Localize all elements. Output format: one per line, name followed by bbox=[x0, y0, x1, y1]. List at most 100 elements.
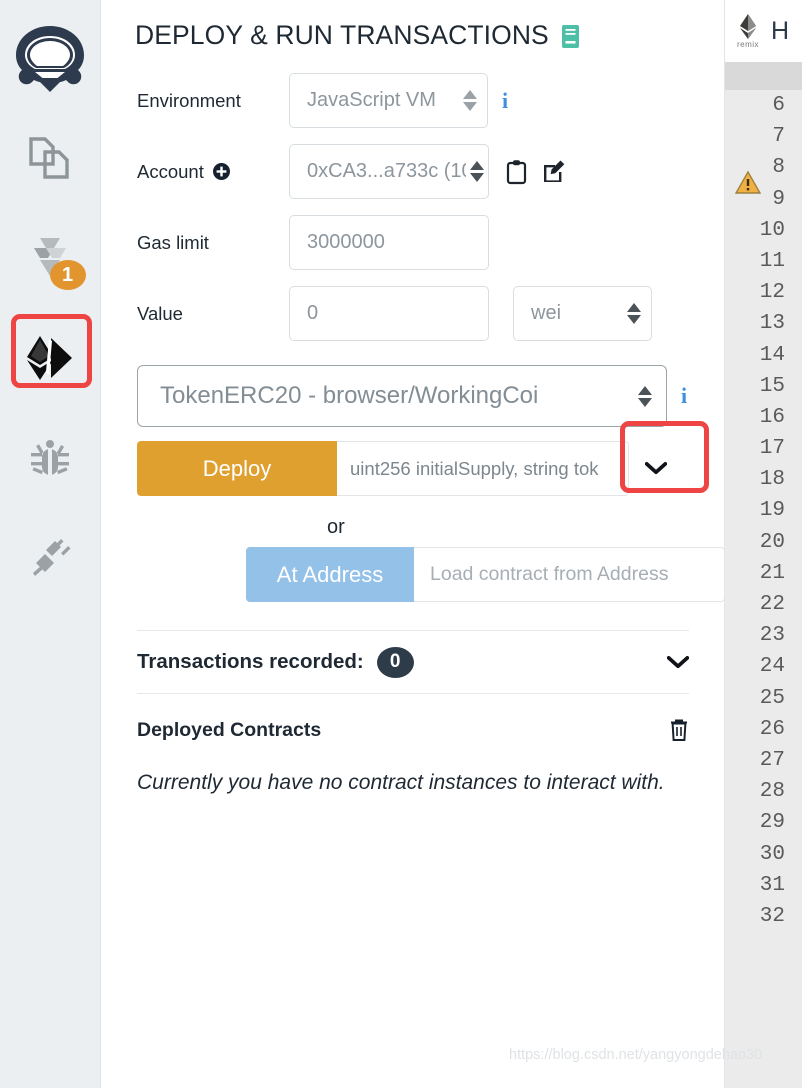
at-address-input[interactable]: Load contract from Address bbox=[414, 547, 725, 602]
editor-line-number: 29 bbox=[759, 811, 785, 835]
editor-line-number: 13 bbox=[759, 312, 785, 336]
editor-line-number: 26 bbox=[759, 717, 785, 741]
ethereum-deploy-icon bbox=[27, 336, 72, 380]
editor-line-number: 8 bbox=[772, 156, 785, 180]
editor-line-number-gutter: 6 7 8 9 10 11 12 13 14 15 16 17 18 19 20 21 22 23 24 25 26 27… bbox=[725, 90, 787, 1088]
ethereum-logo-icon bbox=[740, 14, 756, 39]
value-row: Value 0 wei bbox=[101, 286, 725, 341]
or-separator-label: or bbox=[327, 516, 345, 538]
book-icon[interactable] bbox=[561, 24, 579, 48]
environment-label: Environment bbox=[137, 89, 241, 111]
editor-tab-label[interactable]: H bbox=[771, 17, 789, 46]
editor-line-number: 17 bbox=[759, 437, 785, 461]
deploy-button[interactable]: Deploy bbox=[137, 441, 337, 496]
clipboard-icon[interactable] bbox=[504, 159, 529, 185]
editor-line-number: 16 bbox=[759, 405, 785, 429]
value-unit: wei bbox=[531, 302, 562, 324]
account-actions bbox=[504, 159, 566, 185]
value-input[interactable]: 0 bbox=[289, 286, 489, 341]
page-title: DEPLOY & RUN TRANSACTIONS bbox=[101, 0, 725, 51]
chevron-down-icon[interactable] bbox=[667, 655, 689, 669]
gas-limit-row: Gas limit 3000000 bbox=[101, 215, 725, 270]
sidebar-item-file-explorers[interactable] bbox=[0, 108, 101, 208]
at-address-row: At Address Load contract from Address bbox=[101, 547, 725, 602]
sidebar-item-debugger[interactable] bbox=[0, 408, 101, 508]
sidebar-item-deploy-run-transactions[interactable] bbox=[0, 308, 101, 408]
contract-info-icon[interactable]: i bbox=[681, 385, 687, 407]
trash-icon[interactable] bbox=[669, 718, 689, 742]
transactions-recorded-section[interactable]: Transactions recorded: 0 bbox=[101, 631, 725, 693]
chevron-updown-icon bbox=[627, 303, 641, 324]
deploy-expand-button[interactable] bbox=[633, 441, 679, 496]
transaction-form: Environment JavaScript VM i Account 0xCA… bbox=[101, 51, 725, 341]
deployed-contracts-title: Deployed Contracts bbox=[137, 718, 322, 741]
environment-row: Environment JavaScript VM i bbox=[101, 73, 725, 128]
at-address-button[interactable]: At Address bbox=[246, 547, 414, 602]
remix-wordmark: remix bbox=[736, 40, 760, 49]
editor-line-number: 23 bbox=[759, 624, 785, 648]
remix-home-icon bbox=[16, 26, 84, 92]
account-label: Account bbox=[137, 161, 289, 183]
chevron-updown-icon bbox=[638, 385, 652, 407]
sidebar-item-plugin-manager[interactable] bbox=[0, 508, 101, 608]
editor-line-number: 22 bbox=[759, 593, 785, 616]
account-row: Account 0xCA3...a733c (100 ethe bbox=[101, 144, 725, 199]
editor-line-number: 9 bbox=[772, 187, 785, 211]
editor-line-number: 28 bbox=[759, 780, 785, 804]
transactions-recorded-count: 0 bbox=[376, 646, 414, 678]
value-label: Value bbox=[137, 302, 183, 324]
value-amount: 0 bbox=[307, 302, 319, 324]
editor-topbar: remix H bbox=[725, 0, 802, 62]
account-label-text: Account bbox=[137, 160, 204, 182]
transactions-recorded-left: Transactions recorded: 0 bbox=[137, 646, 414, 678]
contract-select[interactable]: TokenERC20 - browser/WorkingCoi bbox=[137, 365, 667, 427]
sidebar-item-home[interactable] bbox=[9, 22, 91, 108]
account-select[interactable]: 0xCA3...a733c (100 ethe bbox=[289, 144, 489, 199]
at-address-placeholder: Load contract from Address bbox=[430, 563, 669, 585]
gas-limit-label: Gas limit bbox=[137, 231, 209, 253]
environment-info-icon[interactable]: i bbox=[502, 89, 508, 112]
editor-line-number: 30 bbox=[759, 842, 785, 866]
value-unit-select[interactable]: wei bbox=[513, 286, 652, 341]
chevron-updown-icon bbox=[470, 161, 484, 182]
contract-select-value: TokenERC20 - browser/WorkingCoi bbox=[160, 382, 539, 409]
editor-line-number: 19 bbox=[759, 499, 785, 523]
gas-limit-input[interactable]: 3000000 bbox=[289, 215, 489, 270]
editor-pane: remix H 6 7 8 9 10 11 12 13 14 15 16 17 18 19 20 21 22 23… bbox=[725, 0, 802, 1088]
compiler-badge-count: 1 bbox=[49, 260, 86, 290]
remix-ide-window: 1 DEPLOY & RUN TRANSACTIONS Environment … bbox=[0, 0, 802, 1088]
deploy-args-placeholder: uint256 initialSupply, string tok bbox=[350, 457, 599, 479]
editor-tab-strip[interactable] bbox=[725, 62, 802, 90]
editor-line-number: 20 bbox=[759, 530, 785, 554]
contract-selector-row: TokenERC20 - browser/WorkingCoi i bbox=[101, 365, 725, 427]
editor-line-number: 15 bbox=[759, 374, 785, 398]
edit-pencil-icon[interactable] bbox=[541, 159, 566, 185]
editor-line-number: 21 bbox=[759, 561, 785, 585]
deploy-constructor-args-input[interactable]: uint256 initialSupply, string tok bbox=[337, 441, 629, 496]
editor-body: 6 7 8 9 10 11 12 13 14 15 16 17 18 19 20 21 22 23 24 25 26 27… bbox=[725, 62, 802, 1088]
left-icon-bar: 1 bbox=[0, 0, 101, 1088]
editor-line-number: 7 bbox=[772, 125, 785, 149]
file-copy-icon bbox=[29, 137, 69, 179]
editor-line-number: 27 bbox=[759, 748, 785, 772]
editor-line-number: 6 bbox=[772, 94, 785, 117]
editor-line-number: 24 bbox=[759, 655, 785, 679]
bug-icon bbox=[31, 440, 69, 475]
deploy-run-panel: DEPLOY & RUN TRANSACTIONS Environment Ja… bbox=[101, 0, 725, 1088]
page-title-text: DEPLOY & RUN TRANSACTIONS bbox=[135, 20, 549, 50]
chevron-updown-icon bbox=[463, 90, 477, 111]
deployed-contracts-empty-message: Currently you have no contract instances… bbox=[137, 771, 665, 794]
deployed-contracts-header: Deployed Contracts bbox=[137, 718, 689, 742]
plus-circle-icon[interactable] bbox=[212, 163, 230, 180]
chevron-down-icon bbox=[645, 462, 667, 475]
editor-line-number: 31 bbox=[759, 873, 785, 897]
environment-value: JavaScript VM bbox=[307, 89, 436, 111]
editor-line-number: 14 bbox=[759, 343, 785, 367]
remix-logo: remix bbox=[729, 13, 767, 49]
gas-limit-value: 3000000 bbox=[307, 231, 385, 253]
environment-select[interactable]: JavaScript VM bbox=[289, 73, 488, 128]
editor-line-number: 10 bbox=[759, 218, 785, 242]
transactions-recorded-label: Transactions recorded: bbox=[137, 650, 364, 673]
sidebar-item-solidity-compiler[interactable]: 1 bbox=[0, 208, 101, 308]
account-value: 0xCA3...a733c (100 ethe bbox=[307, 160, 466, 182]
